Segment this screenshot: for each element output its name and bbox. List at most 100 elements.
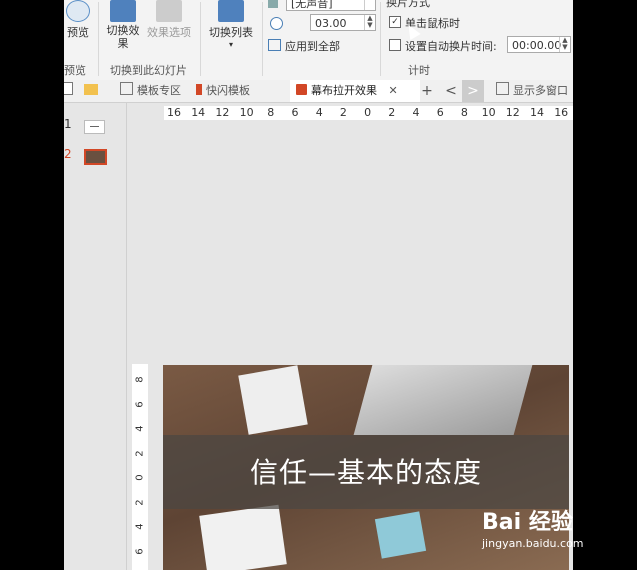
- ruler-tick: 14: [191, 106, 206, 119]
- file-icon: [64, 82, 73, 95]
- switch-effect-label: 切换效果: [106, 24, 140, 50]
- ruler-tick: 6: [134, 400, 146, 408]
- divider: [262, 2, 263, 76]
- prev-tab-button[interactable]: <: [440, 80, 462, 102]
- tab-label: 幕布拉开效果: [311, 84, 377, 97]
- ribbon: 预览 预览 切换效果 效果选项 切换到此幻灯片 切换列表 ▾ [无声音] ▾ 0…: [64, 0, 573, 81]
- switch-mode-label: 换片方式: [386, 0, 430, 9]
- divider: [380, 2, 381, 76]
- ruler-tick: 16: [167, 106, 181, 119]
- window-icon: [496, 82, 509, 95]
- ruler-tick: 4: [134, 425, 146, 432]
- document-tabbar: 模板专区 快闪模板 幕布拉开效果 ✕ + < > 显示多窗口: [64, 80, 573, 103]
- chevron-down-icon: ▾: [228, 40, 233, 49]
- ruler-tick: 8: [460, 106, 468, 119]
- switch-effect-button[interactable]: 切换效果: [104, 0, 142, 50]
- paper-image: [238, 365, 308, 435]
- slide-thumbnail-1[interactable]: [84, 120, 105, 134]
- preview-group-label: 预览: [64, 64, 86, 77]
- ruler-tick: 0: [134, 474, 146, 481]
- ruler-tick: 12: [505, 106, 520, 119]
- apply-all-label: 应用到全部: [285, 40, 340, 53]
- apply-all-icon: [268, 39, 281, 51]
- play-icon: [66, 0, 90, 22]
- ppt-icon: [296, 84, 307, 95]
- paper-image: [199, 504, 287, 570]
- sound-value: [无声音]: [291, 0, 333, 10]
- ruler-tick: 2: [134, 498, 146, 506]
- timing-group-label: 计时: [408, 64, 430, 77]
- duration-value: 03.00: [315, 17, 347, 30]
- auto-switch-time-input[interactable]: 00:00.00 ▲ ▼: [507, 36, 571, 53]
- preview-label: 预览: [67, 26, 89, 39]
- chevron-down-icon: ▾: [364, 0, 375, 10]
- switch-list-button[interactable]: 切换列表 ▾: [206, 0, 256, 49]
- slide-number: 1: [64, 117, 72, 131]
- effect-options-button[interactable]: 效果选项: [144, 0, 194, 40]
- spinner-icon: ▲ ▼: [559, 37, 570, 52]
- ruler-tick: 8: [267, 106, 275, 119]
- preview-button[interactable]: 预览: [64, 0, 92, 40]
- pane-divider: [126, 103, 127, 570]
- spinner-icon: ▲ ▼: [364, 15, 375, 30]
- tab-curtain-effect[interactable]: 幕布拉开效果 ✕: [290, 80, 420, 102]
- tab-label: 快闪模板: [206, 84, 250, 97]
- vertical-ruler: 8 6 4 2 0 2 4 6: [132, 364, 148, 570]
- auto-switch-label: 设置自动换片时间:: [405, 40, 497, 53]
- transition-icon: [110, 0, 136, 22]
- on-click-checkbox[interactable]: ✓: [389, 16, 401, 28]
- watermark-brand: Bai 经验: [482, 510, 573, 535]
- close-tab-button[interactable]: ✕: [389, 84, 398, 97]
- ruler-tick: 4: [315, 106, 323, 119]
- slide-thumbnail-pane: 1 2: [64, 103, 126, 570]
- tab-label: 模板专区: [137, 84, 181, 97]
- ruler-tick: 6: [134, 547, 146, 555]
- ruler-tick: 10: [239, 106, 254, 119]
- ruler-tick: 2: [134, 449, 146, 457]
- home-tab[interactable]: [64, 80, 74, 102]
- ruler-tick: 8: [134, 376, 146, 383]
- add-tab-button[interactable]: +: [416, 80, 438, 102]
- open-folder-button[interactable]: [84, 80, 102, 102]
- auto-switch-checkbox[interactable]: [389, 39, 401, 51]
- list-icon: [218, 0, 244, 22]
- ruler-tick: 4: [134, 523, 146, 530]
- multi-window-button[interactable]: 显示多窗口: [496, 80, 568, 102]
- laptop-image: [353, 365, 533, 435]
- watermark-url: jingyan.baidu.com: [482, 537, 584, 550]
- clock-icon: [270, 17, 283, 30]
- home-icon: [120, 82, 133, 95]
- ruler-tick: 14: [530, 106, 544, 119]
- ruler-tick: 4: [412, 106, 420, 119]
- effect-options-label: 效果选项: [147, 26, 191, 39]
- divider: [98, 2, 99, 76]
- slide-title[interactable]: 信任—基本的态度: [163, 451, 569, 491]
- baidu-watermark: Bai 经验 jingyan.baidu.com: [482, 504, 584, 550]
- sound-icon: [268, 0, 278, 8]
- apply-all-button[interactable]: 应用到全部: [268, 38, 340, 54]
- switch-group-label: 切换到此幻灯片: [110, 64, 187, 77]
- ruler-tick: 2: [339, 106, 347, 119]
- tablet-image: [374, 511, 427, 559]
- ppt-icon: [196, 84, 202, 95]
- slide-thumbnail-2[interactable]: [84, 149, 107, 165]
- ruler-tick: 10: [481, 106, 496, 119]
- ruler-tick: 6: [436, 106, 444, 119]
- ruler-tick: 2: [388, 106, 396, 119]
- divider: [200, 2, 201, 76]
- auto-switch-time-value: 00:00.00: [512, 39, 562, 52]
- ruler-tick: 12: [215, 106, 230, 119]
- next-tab-button[interactable]: >: [462, 80, 484, 102]
- sound-select[interactable]: [无声音] ▾: [286, 0, 376, 11]
- switch-list-label: 切换列表: [209, 26, 253, 39]
- tab-flash-template[interactable]: 快闪模板: [196, 80, 286, 102]
- folder-icon: [84, 84, 98, 95]
- tab-template-zone[interactable]: 模板专区: [114, 80, 198, 102]
- ruler-tick: 0: [364, 106, 372, 119]
- duration-input[interactable]: 03.00 ▲ ▼: [310, 14, 376, 31]
- presentation-app: 预览 预览 切换效果 效果选项 切换到此幻灯片 切换列表 ▾ [无声音] ▾ 0…: [64, 0, 573, 570]
- multi-window-label: 显示多窗口: [513, 84, 568, 97]
- slide-number: 2: [64, 147, 72, 161]
- effect-options-icon: [156, 0, 182, 22]
- ruler-tick: 16: [554, 106, 569, 119]
